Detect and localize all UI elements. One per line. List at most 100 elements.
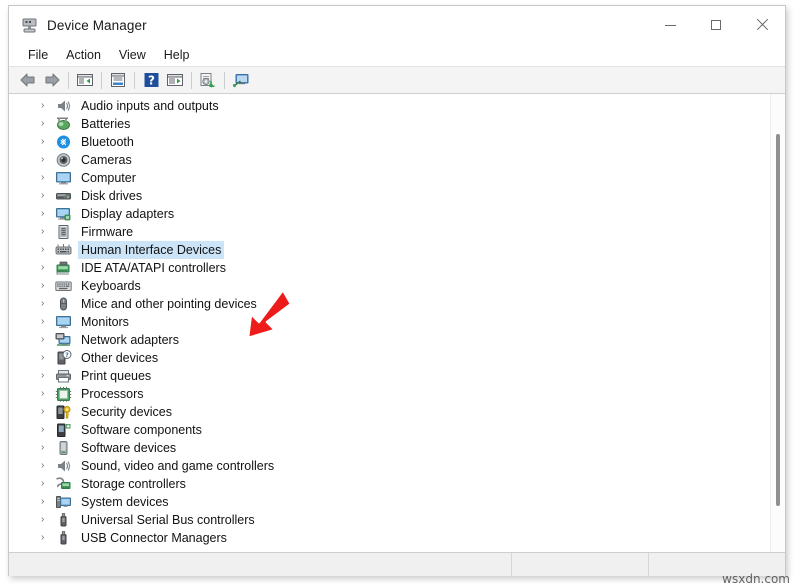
software-device-icon: [55, 440, 73, 456]
tree-item-processors[interactable]: › Processors: [9, 385, 785, 403]
close-button[interactable]: [739, 6, 785, 44]
usb-icon: [55, 530, 73, 546]
tree-item-label: Mice and other pointing devices: [81, 297, 257, 311]
chevron-right-icon[interactable]: ›: [41, 97, 55, 115]
chevron-right-icon[interactable]: ›: [41, 151, 55, 169]
tree-item-bluetooth[interactable]: › Bluetooth: [9, 133, 785, 151]
tree-item-print-queues[interactable]: › Print queues: [9, 367, 785, 385]
minimize-button[interactable]: [647, 6, 693, 44]
scan-for-hardware-changes-button[interactable]: [196, 69, 220, 91]
mouse-icon: [55, 296, 73, 312]
tree-item-disk-drives[interactable]: › Disk drives: [9, 187, 785, 205]
properties-button[interactable]: [106, 69, 130, 91]
tree-item-label: IDE ATA/ATAPI controllers: [81, 261, 226, 275]
toolbar-separator: [134, 71, 135, 89]
chevron-right-icon[interactable]: ›: [41, 475, 55, 493]
chevron-right-icon[interactable]: ›: [41, 367, 55, 385]
back-button[interactable]: [16, 69, 40, 91]
disk-drive-icon: [55, 188, 73, 204]
toolbar-separator: [224, 71, 225, 89]
forward-button[interactable]: [40, 69, 64, 91]
chevron-right-icon[interactable]: ›: [41, 385, 55, 403]
tree-item-batteries[interactable]: › Batteries: [9, 115, 785, 133]
help-icon: ?: [144, 73, 158, 88]
tree-item-label: Monitors: [81, 315, 129, 329]
tree-item-human-interface-devices[interactable]: › Human Interface Devices: [9, 241, 785, 259]
toolbar-separator: [68, 71, 69, 89]
disk-drive-icon: [56, 193, 71, 200]
show-hide-console-tree-button[interactable]: [73, 69, 97, 91]
tree-item-ide-ata-atapi-controllers[interactable]: › IDE ATA/ATAPI controllers: [9, 259, 785, 277]
chevron-right-icon[interactable]: ›: [41, 511, 55, 529]
chevron-right-icon[interactable]: ›: [41, 439, 55, 457]
tree-item-usb-connector-managers[interactable]: › USB Connector Managers: [9, 529, 785, 547]
tree-item-keyboards[interactable]: › Keyboards: [9, 277, 785, 295]
tree-item-label: Computer: [81, 171, 136, 185]
tree-item-other-devices[interactable]: ›? Other devices: [9, 349, 785, 367]
chevron-right-icon[interactable]: ›: [41, 403, 55, 421]
chevron-right-icon[interactable]: ›: [41, 349, 55, 367]
tree-item-sound-video-and-game-controllers[interactable]: › Sound, video and game controllers: [9, 457, 785, 475]
tree-item-label: Software components: [81, 423, 202, 437]
chevron-right-icon[interactable]: ›: [41, 169, 55, 187]
sound-controller-icon: [55, 458, 73, 474]
storage-controller-icon: [55, 476, 73, 492]
chevron-right-icon[interactable]: ›: [41, 223, 55, 241]
chevron-right-icon[interactable]: ›: [41, 295, 55, 313]
menu-action[interactable]: Action: [57, 46, 110, 64]
menu-view[interactable]: View: [110, 46, 155, 64]
security-device-icon: [55, 404, 73, 420]
chevron-right-icon[interactable]: ›: [41, 115, 55, 133]
ide-controller-icon: [56, 261, 70, 275]
update-driver-button[interactable]: [163, 69, 187, 91]
tree-item-universal-serial-bus-controllers[interactable]: › Universal Serial Bus controllers: [9, 511, 785, 529]
chevron-right-icon[interactable]: ›: [41, 259, 55, 277]
usb-icon: [60, 513, 67, 527]
menu-help[interactable]: Help: [155, 46, 199, 64]
chevron-right-icon[interactable]: ›: [41, 313, 55, 331]
vertical-scrollbar[interactable]: [770, 94, 785, 552]
tree-item-label: Processors: [81, 387, 144, 401]
computer-icon: [56, 172, 71, 185]
tree-item-software-devices[interactable]: › Software devices: [9, 439, 785, 457]
screenshot-root: Device Manager File Action View Help ? ›…: [0, 0, 796, 588]
maximize-button[interactable]: [693, 6, 739, 44]
tree-item-label: Network adapters: [81, 333, 179, 347]
chevron-right-icon[interactable]: ›: [41, 241, 55, 259]
chevron-right-icon[interactable]: ›: [41, 457, 55, 475]
svg-text:?: ?: [148, 74, 155, 88]
tree-item-audio-inputs-and-outputs[interactable]: › Audio inputs and outputs: [9, 97, 785, 115]
chevron-right-icon[interactable]: ›: [41, 421, 55, 439]
tree-item-firmware[interactable]: › Firmware: [9, 223, 785, 241]
bluetooth-icon: [57, 135, 70, 149]
tree-item-software-components[interactable]: › Software components: [9, 421, 785, 439]
status-cell-2: [511, 553, 648, 576]
tree-item-system-devices[interactable]: › System devices: [9, 493, 785, 511]
tree-item-network-adapters[interactable]: › Network adapters: [9, 331, 785, 349]
chevron-right-icon[interactable]: ›: [41, 277, 55, 295]
svg-text:?: ?: [65, 352, 69, 359]
tree-item-security-devices[interactable]: › Security devices: [9, 403, 785, 421]
monitor-icon: [56, 316, 71, 329]
status-main-text: [9, 553, 511, 576]
chevron-right-icon[interactable]: ›: [41, 205, 55, 223]
chevron-right-icon[interactable]: ›: [41, 493, 55, 511]
tree-item-cameras[interactable]: › Cameras: [9, 151, 785, 169]
chevron-right-icon[interactable]: ›: [41, 529, 55, 547]
help-button[interactable]: ?: [139, 69, 163, 91]
update-driver-icon: [167, 74, 183, 86]
add-legacy-hardware-button[interactable]: [229, 69, 253, 91]
usb-icon: [60, 531, 67, 545]
tree-item-mice-and-other-pointing-devices[interactable]: › Mice and other pointing devices: [9, 295, 785, 313]
tree-item-label: Audio inputs and outputs: [81, 99, 219, 113]
chevron-right-icon[interactable]: ›: [41, 187, 55, 205]
chevron-right-icon[interactable]: ›: [41, 133, 55, 151]
device-tree[interactable]: › Audio inputs and outputs › Batteries › Blue…: [9, 94, 785, 552]
tree-item-storage-controllers[interactable]: › Storage controllers: [9, 475, 785, 493]
tree-item-display-adapters[interactable]: › Display adapters: [9, 205, 785, 223]
scrollbar-thumb[interactable]: [776, 134, 780, 506]
chevron-right-icon[interactable]: ›: [41, 331, 55, 349]
menu-file[interactable]: File: [19, 46, 57, 64]
tree-item-monitors[interactable]: › Monitors: [9, 313, 785, 331]
tree-item-computer[interactable]: › Computer: [9, 169, 785, 187]
